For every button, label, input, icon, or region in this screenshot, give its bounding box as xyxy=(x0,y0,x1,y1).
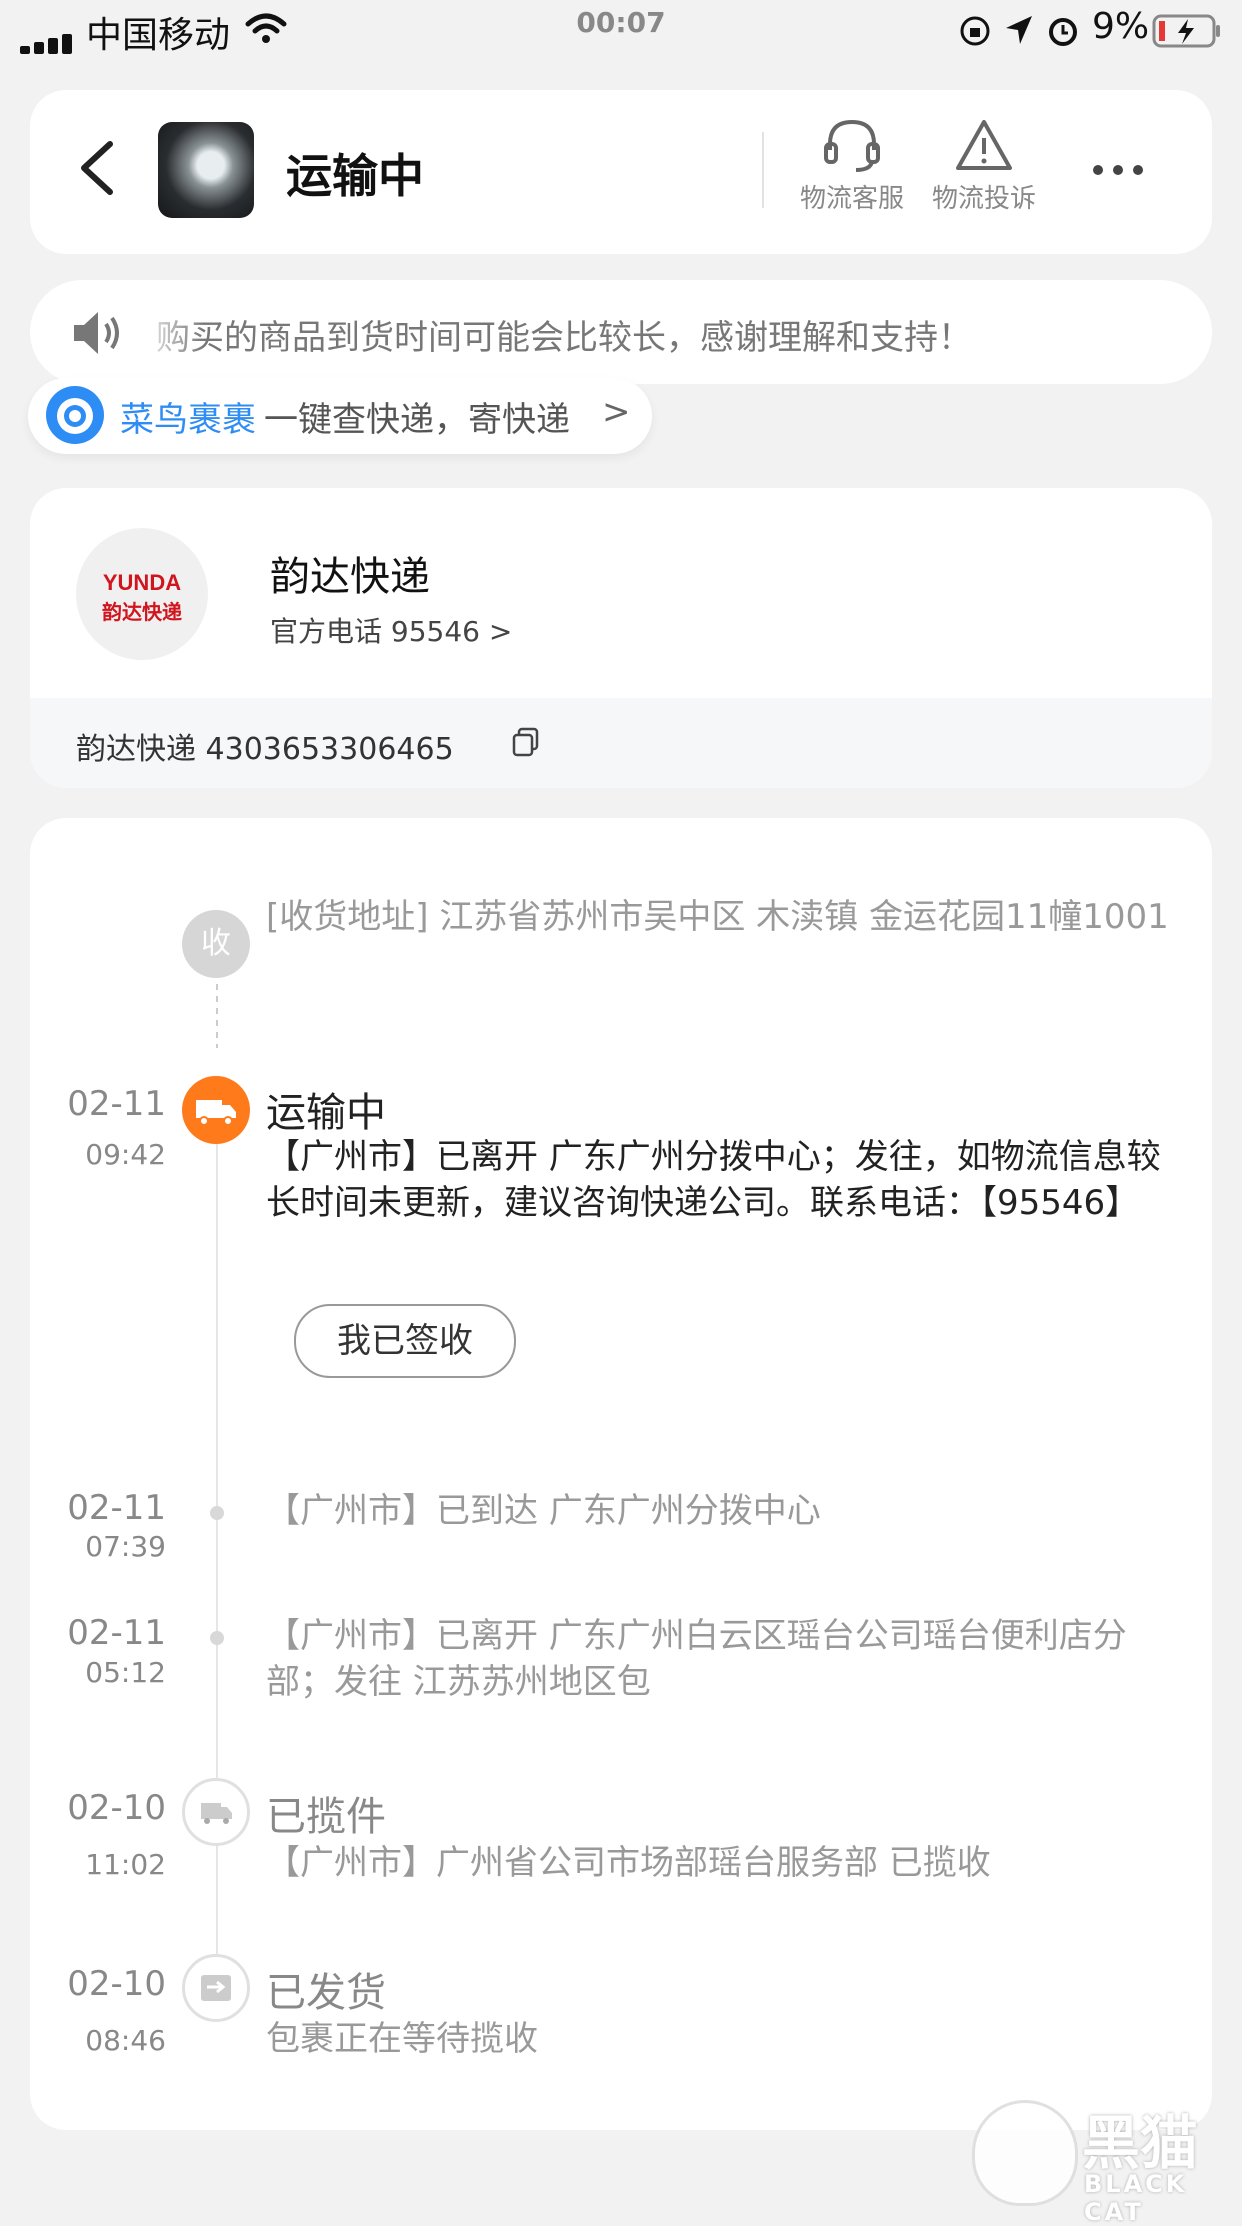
more-icon[interactable] xyxy=(1088,150,1148,190)
orientation-lock-icon xyxy=(960,16,990,46)
event-time: 05:12 xyxy=(85,1656,166,1689)
shipped-icon xyxy=(201,1975,231,2001)
timeline-dot xyxy=(210,1506,224,1520)
picked-up-node xyxy=(182,1778,250,1846)
event-date: 02-10 xyxy=(67,1964,166,2004)
back-icon[interactable] xyxy=(70,138,126,198)
courier-phone-link[interactable]: 官方电话 95546 > xyxy=(270,610,512,650)
event-title: 已发货 xyxy=(266,1970,386,2016)
copy-icon[interactable] xyxy=(510,726,542,758)
cainiao-brand: 菜鸟裹裹 xyxy=(120,400,256,440)
location-icon xyxy=(1006,16,1032,44)
timeline-dot xyxy=(210,1631,224,1645)
event-time: 08:46 xyxy=(85,2024,166,2057)
speaker-icon xyxy=(74,312,119,354)
cainiao-text: 一键查快递，寄快递 xyxy=(264,400,570,440)
receive-address-node: 收 xyxy=(182,910,250,978)
truck-icon xyxy=(196,1100,236,1126)
event-time: 07:39 xyxy=(85,1530,166,1563)
event-description: 【广州市】广州省公司市场部瑶台服务部 已揽收 xyxy=(266,1843,991,1883)
cat-shield-logo xyxy=(972,2100,1078,2206)
cainiao-logo-icon xyxy=(46,386,104,444)
watermark-cn: 黑猫 xyxy=(1082,2109,1199,2177)
logistics-service-label: 物流客服 xyxy=(799,184,904,214)
receive-address: [收货地址] 江苏省苏州市吴中区 木渎镇 金运花园11幢1001 xyxy=(266,897,1169,937)
shipped-node xyxy=(182,1954,250,2022)
alarm-icon xyxy=(1049,18,1077,46)
event-date: 02-11 xyxy=(67,1488,166,1528)
tracking-number: 韵达快递 4303653306465 xyxy=(76,732,454,767)
yunda-logo: YUNDA 韵达快递 xyxy=(76,528,208,660)
tracking-row: 韵达快递 4303653306465 xyxy=(30,698,1212,788)
event-title: 运输中 xyxy=(266,1090,386,1136)
truck-node xyxy=(182,1076,250,1144)
event-title: 已揽件 xyxy=(266,1794,386,1840)
warning-icon xyxy=(956,120,1012,170)
courier-card: YUNDA 韵达快递 韵达快递 官方电话 95546 > 韵达快递 430365… xyxy=(30,488,1212,788)
logistics-complaint-label: 物流投诉 xyxy=(931,184,1036,214)
event-description: 【广州市】已到达 广东广州分拨中心 xyxy=(266,1491,821,1531)
status-bar: 中国移动 00:07 9% xyxy=(0,0,1242,62)
cainiao-banner[interactable]: 菜鸟裹裹 一键查快递，寄快递 > xyxy=(28,378,652,454)
watermark: 黑猫 BLACK CAT xyxy=(972,2090,1242,2226)
event-time: 09:42 xyxy=(85,1138,166,1171)
page-title: 运输中 xyxy=(286,149,424,203)
battery-percent: 9% xyxy=(1092,6,1150,47)
event-time: 11:02 xyxy=(85,1848,166,1881)
headset-icon xyxy=(824,119,880,172)
event-date: 02-10 xyxy=(67,1788,166,1828)
logistics-complaint-button[interactable]: 物流投诉 xyxy=(924,116,1044,215)
event-description: 【广州市】已离开 广东广州分拨中心；发往，如物流信息较长时间未更新，建议咨询快递… xyxy=(266,1137,1161,1223)
event-date: 02-11 xyxy=(67,1613,166,1653)
divider xyxy=(762,132,764,208)
confirm-receipt-button[interactable]: 我已签收 xyxy=(294,1304,516,1378)
notice-bar: 购买的商品到货时间可能会比较长，感谢理解和支持！ xyxy=(30,280,1212,384)
header-bar: 运输中 物流客服 物流投诉 xyxy=(30,90,1212,254)
chevron-right-icon: > xyxy=(602,392,631,432)
notice-fade xyxy=(134,280,204,384)
courier-name: 韵达快递 xyxy=(270,554,430,600)
product-thumbnail[interactable] xyxy=(158,122,254,218)
parcel-truck-icon xyxy=(201,1803,232,1824)
watermark-en: BLACK CAT xyxy=(1084,2170,1188,2226)
notice-text: 购买的商品到货时间可能会比较长，感谢理解和支持！ xyxy=(156,318,972,358)
logistics-service-button[interactable]: 物流客服 xyxy=(792,116,912,215)
event-date: 02-11 xyxy=(67,1084,166,1124)
logistics-timeline: 收 [收货地址] 江苏省苏州市吴中区 木渎镇 金运花园11幢1001 02-11… xyxy=(30,818,1212,2130)
battery-icon xyxy=(1152,14,1220,48)
event-description: 包裹正在等待揽收 xyxy=(266,2019,538,2059)
event-description: 【广州市】已离开 广东广州白云区瑶台公司瑶台便利店分部；发往 江苏苏州地区包 xyxy=(266,1616,1127,1702)
